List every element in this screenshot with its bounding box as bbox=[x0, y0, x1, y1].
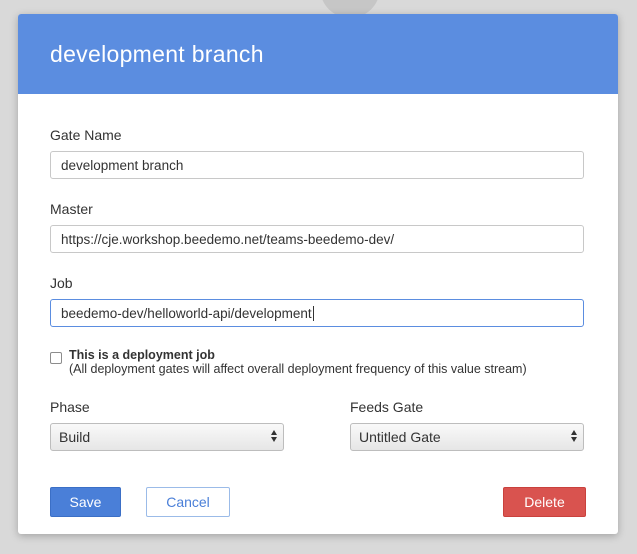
cancel-button[interactable]: Cancel bbox=[146, 487, 230, 517]
dialog-title: development branch bbox=[50, 40, 264, 67]
updown-arrows-icon bbox=[271, 430, 277, 442]
save-button[interactable]: Save bbox=[50, 487, 121, 517]
deployment-job-row: This is a deployment job (All deployment… bbox=[50, 348, 527, 377]
deployment-job-label[interactable]: This is a deployment job bbox=[69, 348, 527, 362]
feeds-gate-selected-value: Untitled Gate bbox=[359, 429, 441, 445]
gate-edit-dialog: development branch Gate Name Master Job … bbox=[18, 14, 618, 534]
gate-name-input[interactable] bbox=[50, 151, 584, 179]
job-label: Job bbox=[50, 275, 73, 291]
text-caret bbox=[312, 305, 314, 321]
phase-label: Phase bbox=[50, 399, 90, 415]
phase-select[interactable]: Build bbox=[50, 423, 284, 451]
feeds-gate-label: Feeds Gate bbox=[350, 399, 424, 415]
dialog-header: development branch bbox=[18, 14, 618, 94]
deployment-job-hint: (All deployment gates will affect overal… bbox=[69, 362, 527, 376]
updown-arrows-icon bbox=[571, 430, 577, 442]
job-input-value: beedemo-dev/helloworld-api/development bbox=[61, 305, 312, 321]
gate-name-label: Gate Name bbox=[50, 127, 122, 143]
phase-selected-value: Build bbox=[59, 429, 91, 445]
job-input[interactable]: beedemo-dev/helloworld-api/development bbox=[50, 299, 584, 327]
master-input[interactable] bbox=[50, 225, 584, 253]
deployment-job-text: This is a deployment job (All deployment… bbox=[69, 348, 527, 377]
deployment-job-checkbox[interactable] bbox=[50, 352, 62, 364]
master-label: Master bbox=[50, 201, 93, 217]
feeds-gate-select[interactable]: Untitled Gate bbox=[350, 423, 584, 451]
delete-button[interactable]: Delete bbox=[503, 487, 586, 517]
